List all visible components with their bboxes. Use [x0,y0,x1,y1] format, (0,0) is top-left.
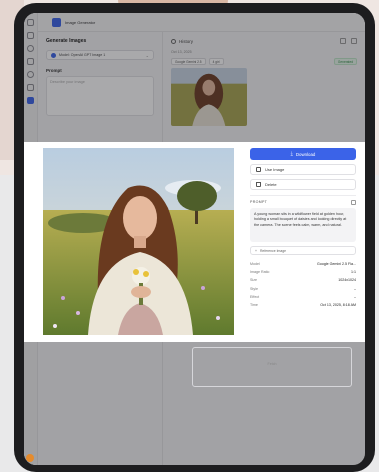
download-label: Download [295,151,316,157]
history-bottom-card: Fetch [192,347,352,387]
meta-row: Style – [250,285,356,293]
meta-key: Style [250,286,258,291]
reference-label: Reference Image [259,248,286,253]
meta-value: – [354,286,356,291]
meta-key: Image Ratio [250,270,270,275]
meta-key: Size [250,278,257,283]
tablet-frame: Image Generator Generate Images Model: O… [14,3,375,472]
trash-icon [256,182,261,187]
generated-image [43,148,234,335]
meta-row: Effect – [250,293,356,301]
meta-value: 1:1 [351,270,356,275]
reference-image-button[interactable]: + Reference Image [250,246,356,255]
metadata-list: Model Google Gemini 2.5 Fla... Image Rati… [250,260,356,309]
meta-key: Effect [250,294,260,299]
delete-label: Delete [265,182,277,187]
meta-row: Model Google Gemini 2.5 Fla... [250,260,356,268]
detail-sidebar: ⤓ Download Use Image Delete PROMPT A you… [250,148,356,309]
plus-icon: + [255,248,257,253]
image-icon [256,167,261,172]
meta-key: Model [250,262,260,267]
delete-button[interactable]: Delete [250,179,356,190]
meta-row: Size 1024x1024 [250,276,356,284]
use-image-button[interactable]: Use Image [250,164,356,175]
use-image-label: Use Image [265,167,285,172]
meta-value: Google Gemini 2.5 Fla... [317,262,356,267]
download-icon: ⤓ [290,151,293,157]
meta-key: Time [250,303,258,308]
meta-row: Time Oct 13, 2025, 8:18 AM [250,301,356,309]
prompt-heading: PROMPT [250,200,268,204]
copy-icon[interactable] [351,200,356,205]
download-button[interactable]: ⤓ Download [250,148,356,160]
history-bottom-label: Fetch [267,362,277,366]
tablet-screen: Image Generator Generate Images Model: O… [24,13,365,465]
prompt-header: PROMPT [250,200,356,205]
meta-value: Oct 13, 2025, 8:18 AM [320,303,356,308]
avatar[interactable] [26,454,34,462]
meta-row: Image Ratio 1:1 [250,268,356,276]
prompt-text: A young woman sits in a wildflower field… [250,208,356,242]
meta-value: 1024x1024 [338,278,356,283]
image-detail-modal: ⤓ Download Use Image Delete PROMPT A you… [24,142,365,342]
meta-value: – [354,294,356,299]
divider [250,195,356,196]
